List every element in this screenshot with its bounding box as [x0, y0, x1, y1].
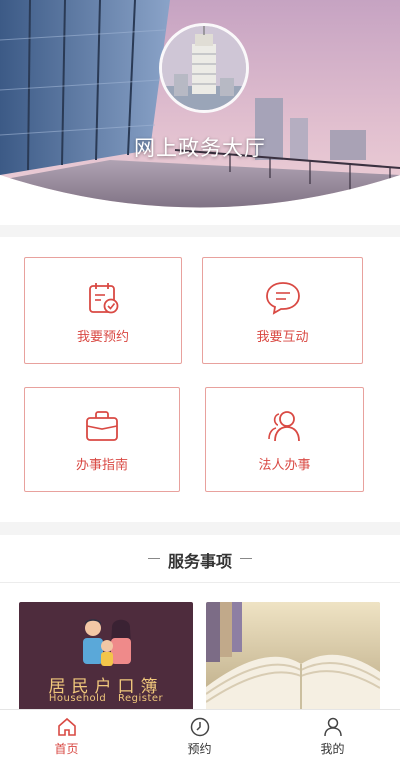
tab-home-label: 首页	[54, 742, 79, 756]
interaction-card[interactable]: 我要互动	[202, 257, 363, 364]
appointment-label: 我要预约	[76, 330, 129, 345]
appointment-card[interactable]: 我要预约	[24, 257, 182, 364]
section-header: 服务事项	[0, 535, 400, 583]
city-tower-avatar	[159, 23, 249, 113]
page-title: 网上政务大厅	[134, 136, 266, 160]
tab-mine-label: 我的	[320, 742, 345, 756]
household-register-tile[interactable]: 居民户口簿 Household Register	[19, 602, 193, 712]
chat-bubble-icon	[265, 282, 300, 315]
hero-banner: 网上政务大厅	[0, 0, 400, 225]
tab-mine[interactable]: 我的	[266, 710, 399, 760]
tab-home[interactable]: 首页	[0, 710, 133, 760]
clock-icon	[190, 717, 209, 737]
home-icon	[57, 717, 76, 736]
open-book-tile[interactable]	[206, 602, 380, 712]
section-title: 服务事项	[167, 552, 232, 571]
quick-actions: 我要预约 我要互动 办事指南 法人办事	[0, 237, 400, 522]
family-illustration	[83, 619, 131, 666]
users-icon	[267, 411, 300, 442]
legal-person-label: 法人办事	[258, 458, 311, 473]
open-book-photo	[206, 602, 380, 712]
household-title-en: Household Register	[48, 693, 164, 704]
guide-card[interactable]: 办事指南	[24, 387, 180, 492]
person-icon	[323, 717, 342, 737]
guide-label: 办事指南	[75, 458, 128, 473]
interaction-label: 我要互动	[256, 330, 309, 345]
header-dash-right	[240, 558, 252, 559]
tab-appointment-label: 预约	[187, 742, 212, 756]
calendar-check-icon	[89, 283, 119, 314]
tab-appointment[interactable]: 预约	[133, 710, 266, 760]
briefcase-icon	[86, 411, 118, 441]
legal-person-card[interactable]: 法人办事	[205, 387, 364, 492]
bottom-tab-bar: 首页 预约 我的	[0, 709, 400, 760]
